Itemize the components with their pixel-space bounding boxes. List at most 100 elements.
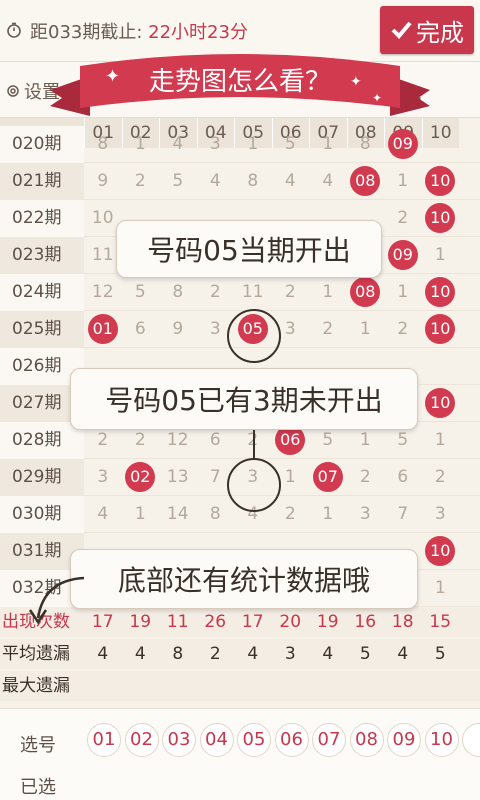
winning-ball: 10 bbox=[422, 385, 460, 422]
pick-ball[interactable]: 08 bbox=[349, 723, 384, 757]
timer-icon bbox=[7, 22, 21, 38]
winning-ball: 07 bbox=[309, 459, 347, 496]
stat-value: 4 bbox=[322, 644, 334, 664]
stat-value: 4 bbox=[97, 644, 109, 664]
stat-value: 4 bbox=[397, 644, 409, 664]
winning-ball: 10 bbox=[422, 533, 460, 570]
callout-stats: 底部还有统计数据哦 bbox=[70, 549, 418, 609]
stat-label: 最大遗漏 bbox=[2, 676, 70, 696]
table-row: 021期 9 2 5 4 8 4 4 08 1 10 bbox=[0, 163, 480, 200]
table-row: 020期 8 1 4 3 1 5 1 8 09 bbox=[0, 126, 480, 163]
miss-count: 2 bbox=[359, 467, 371, 487]
miss-count: 2 bbox=[284, 282, 296, 302]
miss-count: 13 bbox=[166, 467, 189, 487]
stat-value bbox=[84, 671, 122, 701]
issue-label: 025期 bbox=[0, 311, 84, 348]
miss-count: 3 bbox=[209, 134, 221, 154]
pick-ball[interactable]: 10 bbox=[424, 723, 459, 757]
pick-ball[interactable]: 09 bbox=[387, 723, 421, 757]
miss-count: 4 bbox=[322, 171, 334, 191]
picked-label: 已选 bbox=[20, 777, 56, 798]
stat-value: 26 bbox=[204, 612, 227, 632]
winning-ball: 09 bbox=[384, 237, 422, 274]
miss-count: 14 bbox=[166, 504, 189, 524]
winning-ball: 01 bbox=[84, 311, 122, 348]
arrow-icon bbox=[28, 576, 85, 625]
stat-value: 8 bbox=[172, 644, 184, 664]
svg-text:✦: ✦ bbox=[105, 66, 120, 87]
miss-count: 4 bbox=[97, 504, 109, 524]
callout-missed: 号码05已有3期未开出 bbox=[70, 368, 418, 430]
miss-count: 6 bbox=[397, 467, 409, 487]
stat-value: 17 bbox=[241, 612, 264, 632]
miss-count: 1 bbox=[322, 134, 334, 154]
miss-count: 5 bbox=[284, 134, 296, 154]
highlight-ring-missed bbox=[227, 458, 281, 512]
countdown-time: 22小时23分 bbox=[148, 22, 248, 43]
miss-count: 5 bbox=[134, 282, 146, 302]
highlight-ring-drawn bbox=[227, 309, 281, 363]
miss-count: 1 bbox=[397, 282, 409, 302]
miss-count: 5 bbox=[172, 171, 184, 191]
stat-value bbox=[197, 671, 235, 701]
issue-label: 022期 bbox=[0, 200, 84, 237]
issue-label: 029期 bbox=[0, 459, 84, 496]
miss-count: 2 bbox=[397, 319, 409, 339]
miss-count: 3 bbox=[359, 504, 371, 524]
issue-label: 024期 bbox=[0, 274, 84, 311]
stat-value: 19 bbox=[316, 612, 339, 632]
miss-count: 1 bbox=[397, 171, 409, 191]
countdown-prefix: 距033期截止: bbox=[30, 22, 149, 43]
winning-ball: 10 bbox=[422, 311, 460, 348]
stat-value: 18 bbox=[391, 612, 414, 632]
stat-value bbox=[234, 671, 272, 701]
countdown-text: 距033期截止: 22小时23分 bbox=[30, 18, 248, 44]
miss-count: 2 bbox=[209, 282, 221, 302]
stat-value bbox=[122, 671, 160, 701]
table-row: 024期 12 5 8 2 11 2 1 08 1 10 bbox=[0, 274, 480, 311]
miss-count: 1 bbox=[134, 504, 146, 524]
miss-count: 9 bbox=[97, 171, 109, 191]
stat-label: 平均遗漏 bbox=[2, 644, 70, 664]
miss-count: 1 bbox=[434, 578, 446, 598]
miss-count: 11 bbox=[241, 282, 264, 302]
miss-count: 2 bbox=[434, 467, 446, 487]
pick-ball[interactable]: 02 bbox=[124, 723, 159, 757]
pick-ball[interactable]: 05 bbox=[237, 723, 271, 757]
stat-value: 11 bbox=[166, 612, 189, 632]
pick-ball-partial[interactable] bbox=[462, 723, 480, 757]
checkmark-icon bbox=[391, 21, 412, 39]
winning-ball: 08 bbox=[347, 274, 385, 311]
pick-ball[interactable]: 03 bbox=[162, 723, 196, 757]
winning-ball: 10 bbox=[422, 200, 460, 237]
pick-ball[interactable]: 04 bbox=[199, 723, 234, 757]
stat-value bbox=[422, 671, 460, 701]
miss-count: 8 bbox=[172, 282, 184, 302]
pick-ball[interactable]: 06 bbox=[274, 723, 309, 757]
miss-count: 2 bbox=[284, 504, 296, 524]
miss-count bbox=[422, 348, 460, 385]
miss-count: 1 bbox=[434, 430, 446, 450]
winning-ball: 08 bbox=[347, 163, 385, 200]
miss-count: 1 bbox=[434, 245, 446, 265]
miss-count: 2 bbox=[397, 208, 409, 228]
stat-value: 15 bbox=[429, 612, 452, 632]
miss-count: 3 bbox=[97, 467, 109, 487]
svg-text:✦: ✦ bbox=[372, 91, 382, 105]
stat-value bbox=[272, 671, 310, 701]
winning-ball: 10 bbox=[422, 274, 460, 311]
miss-count: 4 bbox=[284, 171, 296, 191]
pick-ball[interactable]: 01 bbox=[87, 723, 121, 757]
issue-label: 021期 bbox=[0, 163, 84, 200]
select-panel: 选号 已选 01 02 03 04 05 06 07 08 09 10 bbox=[0, 708, 480, 800]
miss-count: 1 bbox=[322, 504, 334, 524]
miss-count: 6 bbox=[134, 319, 146, 339]
miss-count: 2 bbox=[134, 171, 146, 191]
banner-title: 走势图怎么看？ bbox=[149, 67, 331, 97]
stat-value: 19 bbox=[129, 612, 152, 632]
callout-drawn: 号码05当期开出 bbox=[116, 220, 382, 278]
miss-count: 8 bbox=[97, 134, 109, 154]
miss-count: 3 bbox=[434, 504, 446, 524]
pick-ball[interactable]: 07 bbox=[312, 723, 346, 757]
issue-label: 028期 bbox=[0, 422, 84, 459]
